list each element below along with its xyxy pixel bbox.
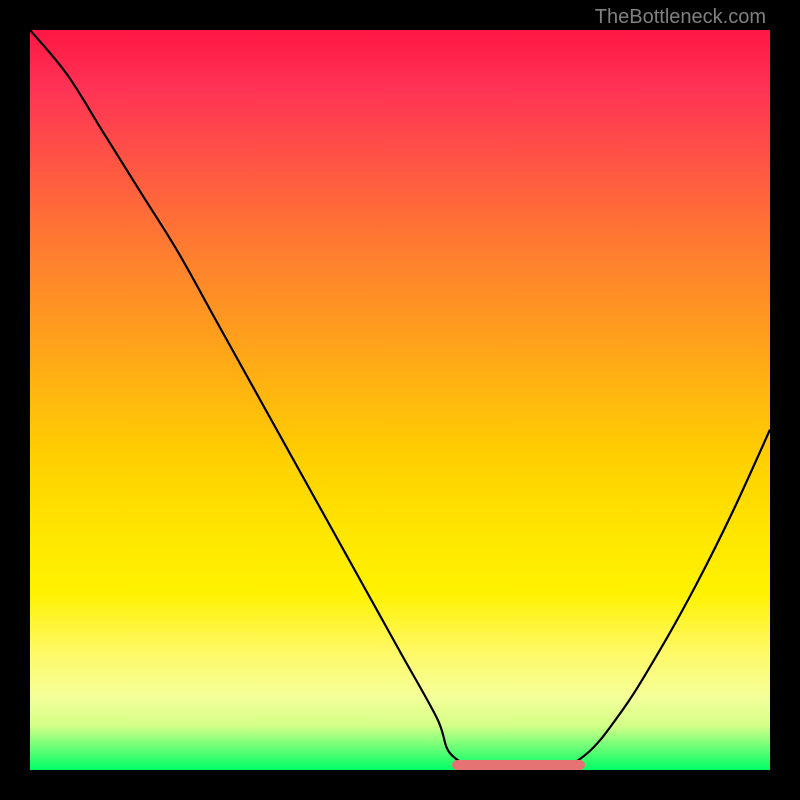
optimal-range-marker [452,760,585,770]
border-left [0,0,30,800]
watermark-text: TheBottleneck.com [595,6,766,29]
border-bottom [0,770,800,800]
bottleneck-curve [30,30,770,770]
border-right [770,0,800,800]
